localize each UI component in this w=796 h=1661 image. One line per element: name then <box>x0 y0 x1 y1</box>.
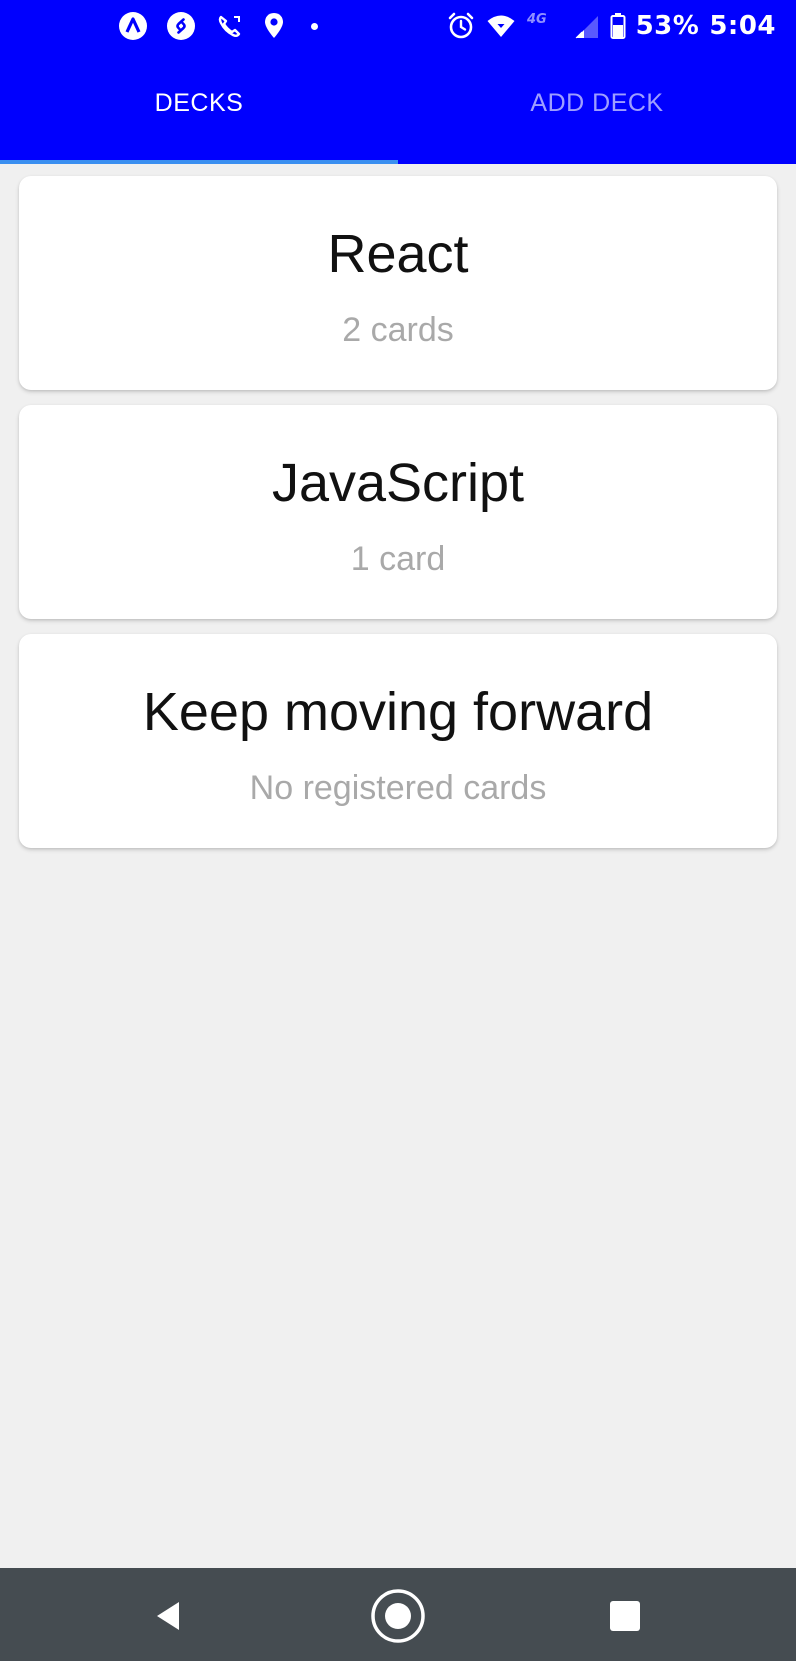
system-status: 4G 53% 5:04 <box>446 8 776 44</box>
deck-card-count: 2 cards <box>342 311 454 349</box>
clock: 5:04 <box>709 11 776 41</box>
network-label: 4G <box>526 12 547 27</box>
deck-card-keep-moving-forward[interactable]: Keep moving forward No registered cards <box>19 634 777 848</box>
deck-title: React <box>327 224 469 284</box>
deck-card-react[interactable]: React 2 cards <box>19 176 777 390</box>
notification-icons <box>118 10 324 42</box>
shazam-icon <box>166 11 196 41</box>
tab-indicator <box>0 160 398 164</box>
deck-card-count: 1 card <box>350 540 446 578</box>
arc-app-icon <box>118 11 148 41</box>
dot-icon <box>304 22 324 30</box>
back-icon[interactable] <box>139 1586 199 1646</box>
deck-card-javascript[interactable]: JavaScript 1 card <box>19 405 777 619</box>
tab-add-deck[interactable]: ADD DECK <box>398 56 796 164</box>
network-type: 4G <box>526 11 564 41</box>
battery-icon <box>610 12 626 40</box>
deck-card-count: No registered cards <box>249 769 547 807</box>
home-icon[interactable] <box>368 1586 428 1646</box>
deck-title: Keep moving forward <box>142 682 654 742</box>
navigation-bar <box>0 1568 796 1661</box>
deck-title: JavaScript <box>271 453 525 513</box>
signal-icon <box>574 12 600 40</box>
wifi-icon <box>486 12 516 40</box>
tab-decks[interactable]: DECKS <box>0 56 398 164</box>
recents-icon[interactable] <box>595 1586 655 1646</box>
location-pin-icon <box>262 11 286 41</box>
battery-percent: 53% <box>635 11 700 41</box>
phone-app-icon <box>214 11 244 41</box>
alarm-icon <box>446 11 476 41</box>
status-bar: 4G 53% 5:04 <box>0 0 796 56</box>
tab-bar: DECKS ADD DECK <box>0 56 796 164</box>
